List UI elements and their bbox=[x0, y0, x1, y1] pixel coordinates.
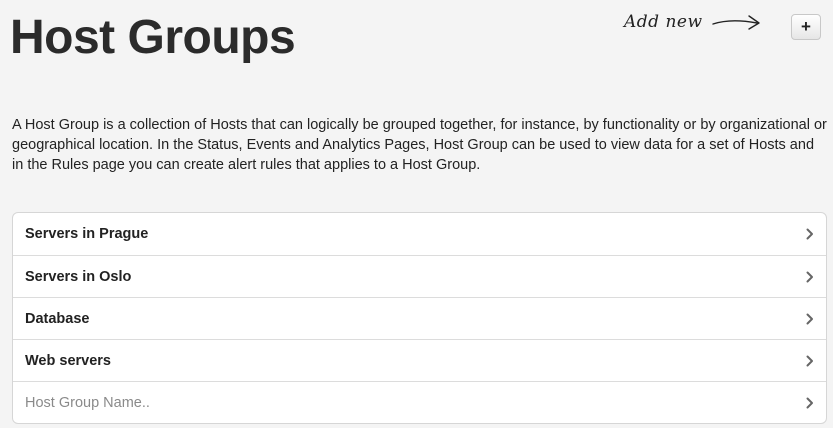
host-group-item[interactable]: Web servers bbox=[13, 339, 826, 381]
add-new-hint-text: Add new bbox=[624, 12, 703, 32]
host-group-label: Database bbox=[25, 310, 90, 327]
host-group-label: Servers in Oslo bbox=[25, 268, 132, 285]
page-description: A Host Group is a collection of Hosts th… bbox=[12, 117, 827, 173]
page-title: Host Groups bbox=[10, 11, 296, 64]
add-host-group-button[interactable]: + bbox=[791, 14, 821, 40]
chevron-right-icon bbox=[806, 271, 813, 282]
new-host-group-row bbox=[13, 381, 826, 423]
host-group-name-input[interactable] bbox=[25, 394, 765, 411]
add-new-hint: Add new bbox=[624, 7, 763, 37]
host-group-item[interactable]: Servers in Oslo bbox=[13, 255, 826, 297]
host-group-list: Servers in Prague Servers in Oslo Databa… bbox=[12, 212, 827, 424]
host-group-item[interactable]: Database bbox=[13, 297, 826, 339]
host-group-label: Servers in Prague bbox=[25, 226, 149, 242]
chevron-right-icon[interactable] bbox=[806, 397, 814, 409]
host-group-item[interactable]: Servers in Prague bbox=[13, 213, 826, 255]
chevron-right-icon bbox=[806, 355, 813, 366]
host-groups-page: Host Groups Add new + A Host Group is a … bbox=[0, 0, 833, 428]
chevron-right-icon bbox=[806, 313, 813, 324]
chevron-right-icon bbox=[806, 228, 813, 240]
host-group-label: Web servers bbox=[25, 352, 111, 369]
arrow-right-icon bbox=[711, 15, 760, 30]
